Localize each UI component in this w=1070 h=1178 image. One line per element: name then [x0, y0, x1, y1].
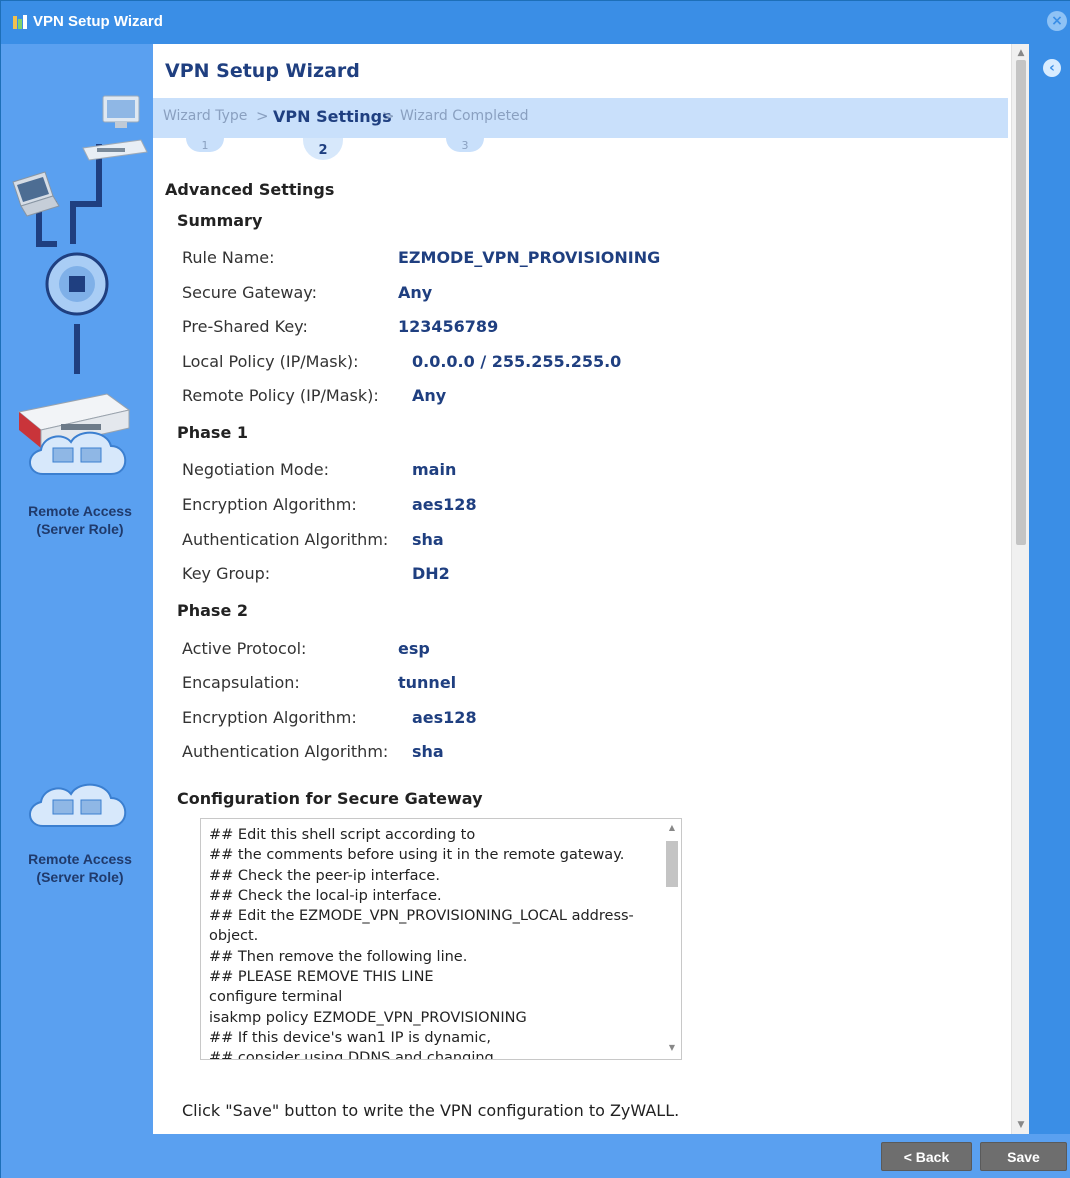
- right-side-panel: ‹: [1029, 44, 1070, 1134]
- scroll-down-icon[interactable]: ▼: [663, 1041, 681, 1055]
- step-separator: >: [382, 107, 395, 125]
- rule-name-value: EZMODE_VPN_PROVISIONING: [398, 248, 661, 267]
- configuration-script-text[interactable]: ## Edit this shell script according to #…: [209, 825, 657, 1059]
- close-icon[interactable]: ×: [1047, 11, 1067, 31]
- wizard-app-icon: [13, 15, 27, 29]
- wizard-steps-bar: Wizard Type > VPN Settings > Wizard Comp…: [153, 98, 1008, 138]
- remote-policy-value: Any: [412, 386, 447, 405]
- encapsulation-label: Encapsulation:: [182, 673, 300, 692]
- window-titlebar: VPN Setup Wizard ×: [1, 1, 1070, 44]
- p2-encryption-label: Encryption Algorithm:: [182, 708, 357, 727]
- p1-authentication-label: Authentication Algorithm:: [182, 530, 389, 549]
- encapsulation-value: tunnel: [398, 673, 457, 692]
- page-title: VPN Setup Wizard: [165, 60, 360, 82]
- save-button[interactable]: Save: [980, 1142, 1067, 1171]
- step-number-1: 1: [186, 138, 224, 152]
- key-group-value: DH2: [412, 564, 450, 583]
- role-label-top: Remote Access (Server Role): [28, 503, 132, 537]
- remote-policy-label: Remote Policy (IP/Mask):: [182, 386, 379, 405]
- p1-encryption-label: Encryption Algorithm:: [182, 495, 357, 514]
- wizard-content: VPN Setup Wizard Wizard Type > VPN Setti…: [153, 44, 1013, 1134]
- scroll-up-icon[interactable]: ▲: [1012, 46, 1030, 60]
- step-wizard-completed: Wizard Completed: [400, 108, 529, 124]
- local-policy-label: Local Policy (IP/Mask):: [182, 352, 359, 371]
- secure-gateway-value: Any: [398, 283, 433, 302]
- active-protocol-value: esp: [398, 639, 430, 658]
- window-title: VPN Setup Wizard: [33, 13, 163, 30]
- p1-authentication-value: sha: [412, 530, 444, 549]
- active-protocol-label: Active Protocol:: [182, 639, 307, 658]
- step-number-3: 3: [446, 138, 484, 152]
- step-vpn-settings: VPN Settings: [273, 107, 392, 126]
- secure-gateway-label: Secure Gateway:: [182, 283, 317, 302]
- scroll-up-icon[interactable]: ▲: [663, 821, 681, 835]
- key-group-label: Key Group:: [182, 564, 271, 583]
- local-policy-value: 0.0.0.0 / 255.255.255.0: [412, 352, 622, 371]
- scroll-thumb[interactable]: [1016, 60, 1026, 545]
- network-diagram-illustration: [12, 95, 148, 475]
- phase2-heading: Phase 2: [177, 601, 248, 620]
- save-instruction-text: Click "Save" button to write the VPN con…: [182, 1101, 680, 1120]
- p2-authentication-value: sha: [412, 742, 444, 761]
- configuration-scrollbar[interactable]: ▲ ▼: [663, 819, 681, 1059]
- phase1-heading: Phase 1: [177, 423, 248, 442]
- left-illustration-panel: Remote Access (Server Role) Remote Acces…: [7, 44, 153, 1134]
- p2-encryption-value: aes128: [412, 708, 477, 727]
- content-scrollbar[interactable]: ▲ ▼: [1011, 44, 1029, 1134]
- scroll-down-icon[interactable]: ▼: [1012, 1118, 1030, 1132]
- cloud-computers-icon: [29, 783, 127, 827]
- p1-encryption-value: aes128: [412, 495, 477, 514]
- step-wizard-type: Wizard Type: [163, 108, 248, 124]
- pre-shared-key-value: 123456789: [398, 317, 499, 336]
- step-number-2: 2: [303, 138, 343, 160]
- pre-shared-key-label: Pre-Shared Key:: [182, 317, 308, 336]
- step-separator: >: [256, 107, 269, 125]
- configuration-script-textarea[interactable]: ## Edit this shell script according to #…: [200, 818, 682, 1060]
- scroll-thumb[interactable]: [666, 841, 678, 887]
- wizard-footer: < Back Save: [1, 1134, 1070, 1178]
- p2-authentication-label: Authentication Algorithm:: [182, 742, 389, 761]
- configuration-heading: Configuration for Secure Gateway: [177, 789, 483, 808]
- negotiation-mode-label: Negotiation Mode:: [182, 460, 329, 479]
- collapse-panel-icon[interactable]: ‹: [1043, 59, 1061, 77]
- back-button[interactable]: < Back: [881, 1142, 972, 1171]
- advanced-settings-heading: Advanced Settings: [165, 180, 335, 199]
- negotiation-mode-value: main: [412, 460, 457, 479]
- role-label-bottom: Remote Access (Server Role): [28, 851, 132, 885]
- rule-name-label: Rule Name:: [182, 248, 275, 267]
- summary-heading: Summary: [177, 211, 263, 230]
- vpn-setup-wizard-window: VPN Setup Wizard × Remote Access (Server…: [0, 0, 1070, 1178]
